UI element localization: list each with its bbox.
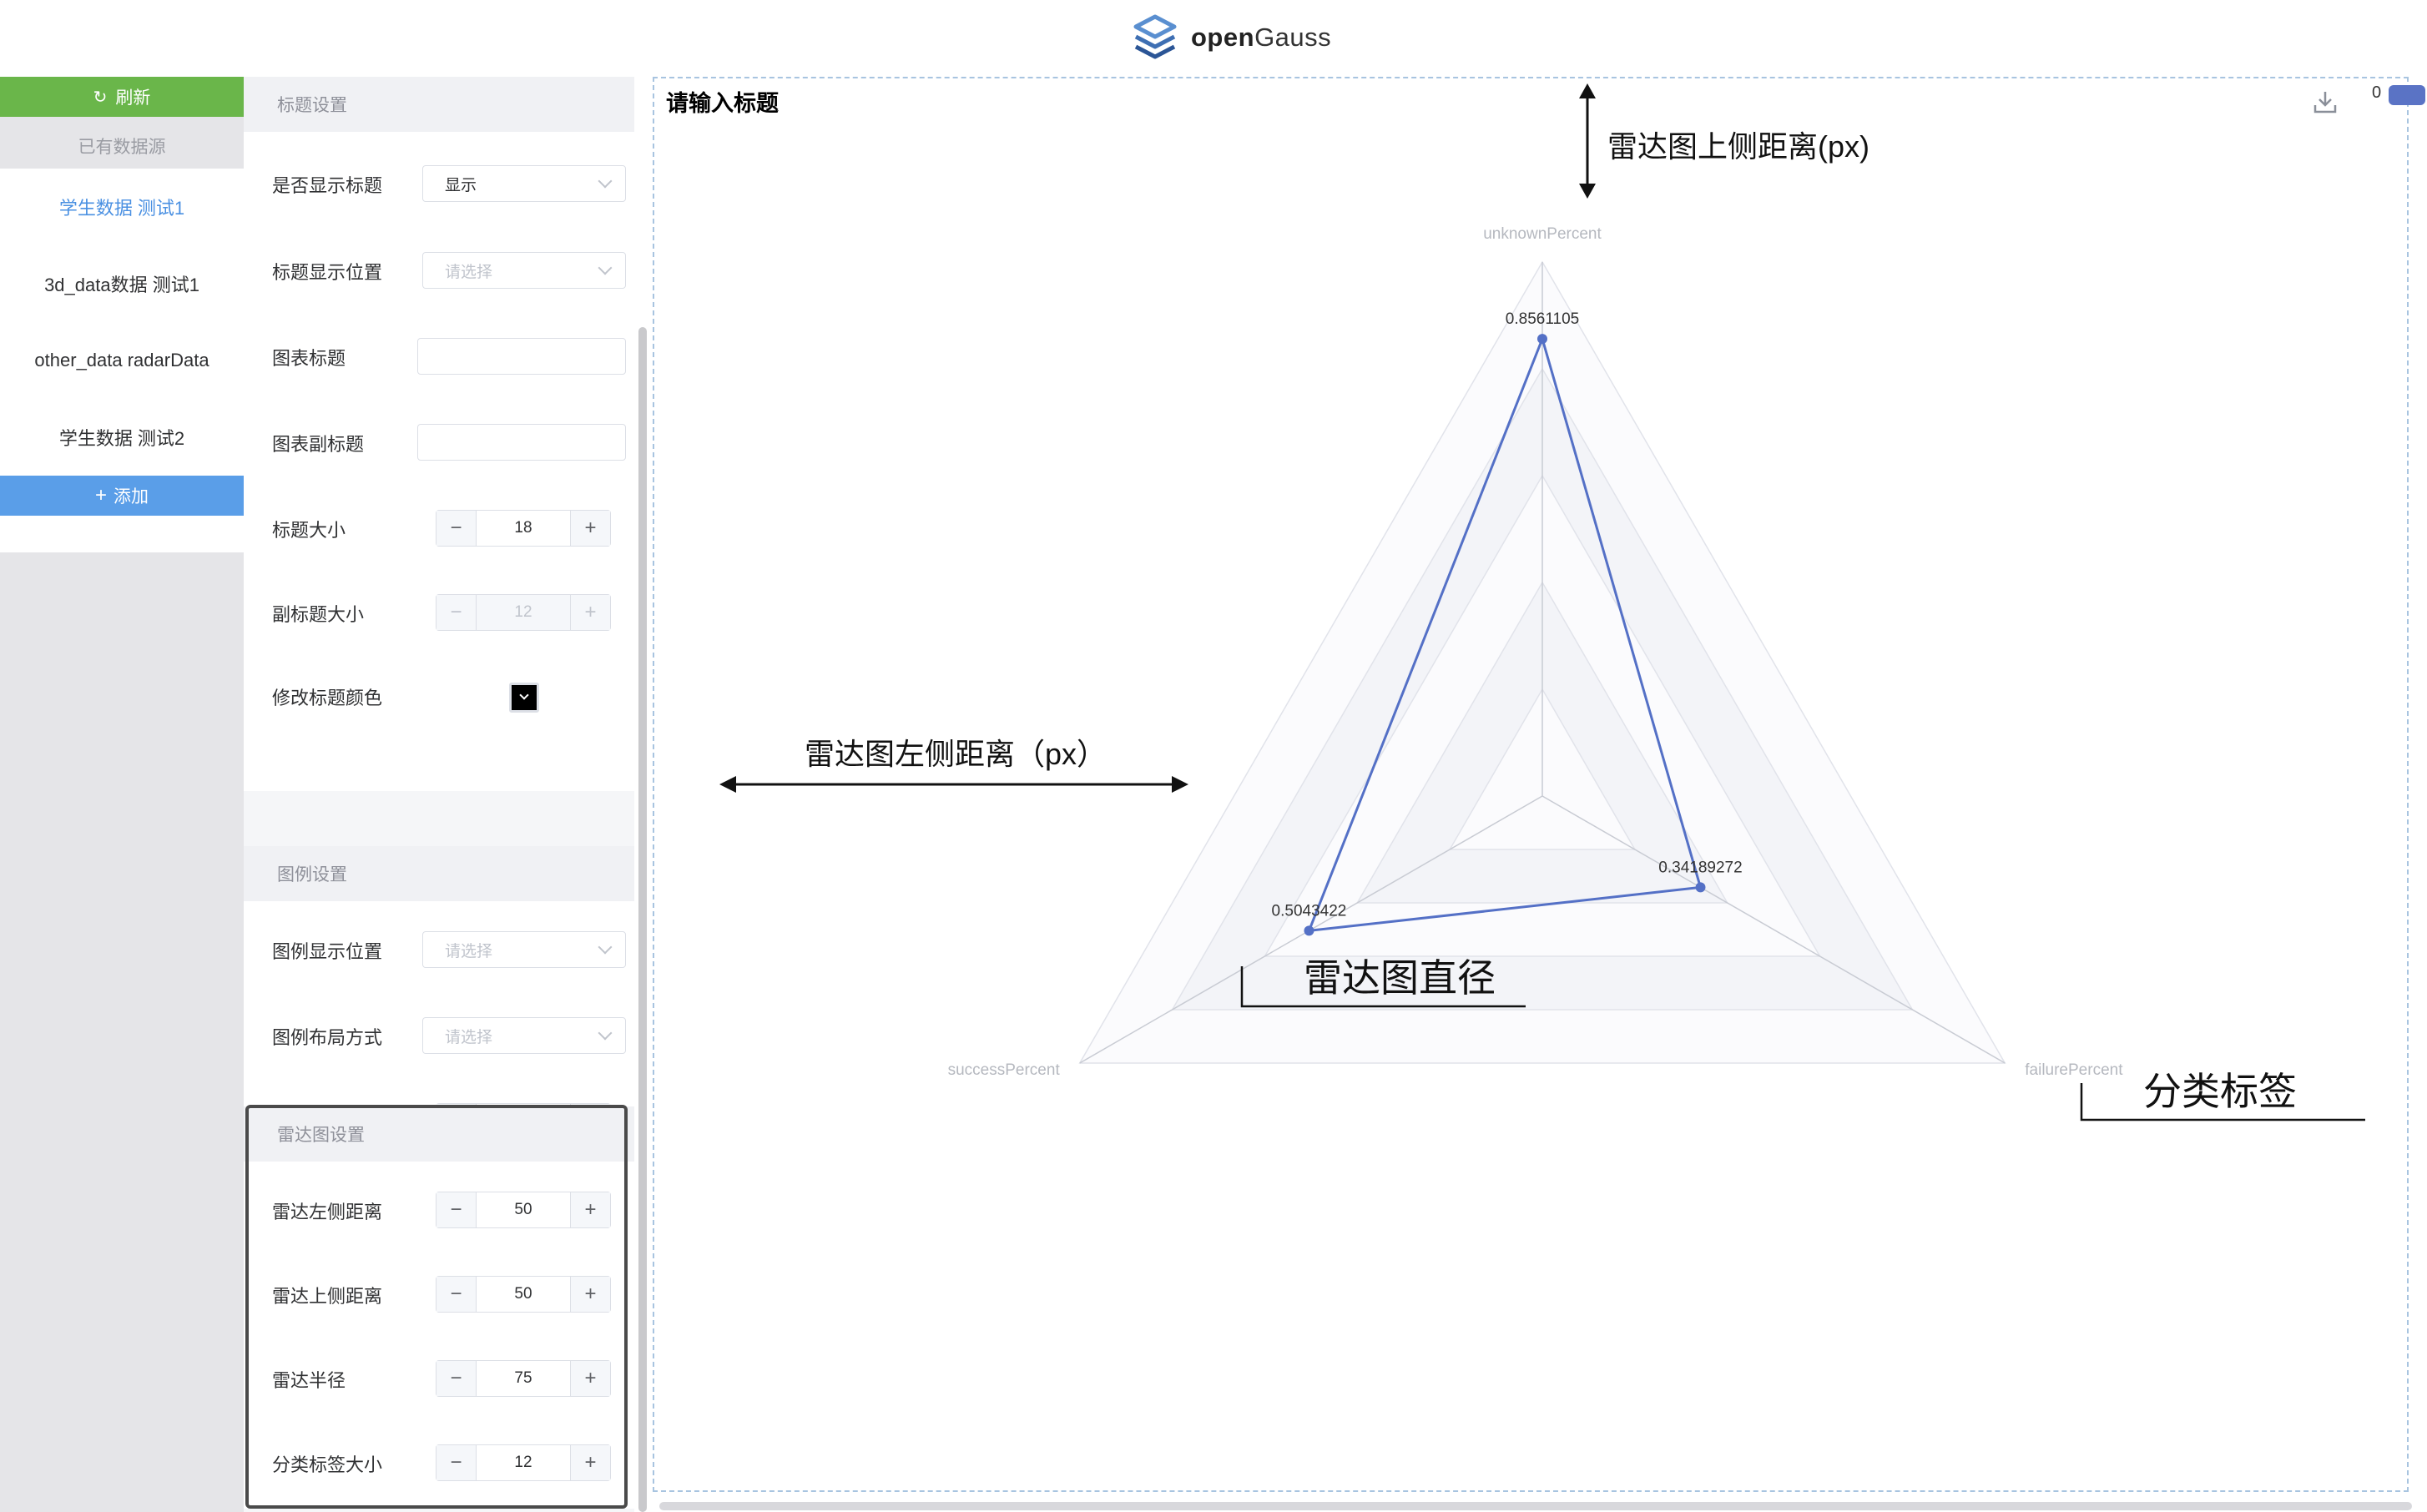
legend-position-select[interactable]: 请选择 [422,931,626,968]
chart-subtitle-row: 图表副标题 [244,414,634,472]
datasource-item[interactable]: other_data radarData [0,322,244,399]
decrement-button[interactable]: − [436,1445,477,1480]
refresh-label: 刷新 [115,88,151,108]
title-size-stepper: − 18 + [436,510,611,547]
settings-panel: 标题设置 是否显示标题 显示 标题显示位置 请选择 图表标题 图表副标题 标题大… [244,77,634,1512]
increment-button[interactable]: + [570,511,610,546]
legend-layout-row: 图例布局方式 请选择 [244,1007,634,1066]
chart-toggle-switch[interactable] [2389,85,2425,105]
chart-subtitle-label: 图表副标题 [272,434,365,455]
category-label-size-row: 分类标签大小 − 12 + [244,1434,634,1493]
increment-button[interactable]: + [570,1277,610,1312]
radar-left-distance-stepper: − 50 + [436,1192,611,1228]
subtitle-size-label: 副标题大小 [272,604,365,625]
radar-top-distance-value[interactable]: 50 [477,1277,570,1312]
chart-title-row: 图表标题 [244,328,634,386]
subtitle-size-value[interactable]: 12 [477,595,570,630]
datasource-item[interactable]: 学生数据 测试2 [0,399,244,476]
radar-radius-row: 雷达半径 − 75 + [244,1350,634,1409]
chevron-down-icon [598,940,613,955]
category-label-size-value[interactable]: 12 [477,1445,570,1480]
opengauss-logo: openGauss [1131,8,1331,67]
add-datasource-button[interactable]: + 添加 [0,476,244,516]
decrement-button[interactable]: − [436,1192,477,1227]
radar-left-distance-label: 雷达左侧距离 [272,1202,383,1222]
title-color-row: 修改标题颜色 [244,668,634,726]
legend-settings-header: 图例设置 [244,846,634,901]
title-position-label: 标题显示位置 [272,262,383,283]
radar-radius-label: 雷达半径 [272,1370,346,1391]
category-label-size-stepper: − 12 + [436,1444,611,1481]
title-size-label: 标题大小 [272,520,346,541]
increment-button[interactable]: + [570,1445,610,1480]
increment-button[interactable]: + [570,1192,610,1227]
chevron-down-icon [598,260,613,275]
show-title-value: 显示 [445,176,477,194]
show-title-select[interactable]: 显示 [422,165,626,202]
radar-top-distance-label: 雷达上侧距离 [272,1286,383,1307]
radar-left-distance-row: 雷达左侧距离 − 50 + [244,1182,634,1240]
title-color-label: 修改标题颜色 [272,688,383,708]
radar-radius-stepper: − 75 + [436,1360,611,1397]
datasource-header: 已有数据源 [78,138,166,157]
datasource-sidebar: ↻ 刷新 已有数据源 学生数据 测试1 3d_data数据 测试1 other_… [0,77,244,1512]
chevron-down-icon [598,1026,613,1041]
chart-canvas: 请输入标题 0 [653,77,2425,1492]
chart-title-input[interactable] [417,338,626,375]
title-settings-header: 标题设置 [244,77,634,132]
refresh-icon: ↻ [93,88,108,107]
subtitle-size-stepper: − 12 + [436,594,611,631]
legend-layout-select[interactable]: 请选择 [422,1017,626,1054]
title-position-row: 标题显示位置 请选择 [244,242,634,300]
show-title-label: 是否显示标题 [272,175,383,196]
category-label-size-label: 分类标签大小 [272,1454,383,1475]
chart-subtitle-input[interactable] [417,424,626,461]
logo-text: openGauss [1191,23,1332,52]
radar-settings-header: 雷达图设置 [244,1106,634,1162]
radar-left-distance-value[interactable]: 50 [477,1192,570,1227]
chevron-down-icon [519,690,529,700]
download-icon[interactable] [2310,87,2340,117]
chevron-down-icon [598,174,613,189]
legend-layout-label: 图例布局方式 [272,1027,383,1048]
datasource-item[interactable]: 学生数据 测试1 [0,169,244,245]
chart-title-label: 图表标题 [272,348,346,369]
plus-icon: + [94,484,107,507]
decrement-button[interactable]: − [436,1277,477,1312]
decrement-button[interactable]: − [436,511,477,546]
add-label: 添加 [114,487,149,507]
legend-position-label: 图例显示位置 [272,941,383,962]
legend-position-placeholder: 请选择 [445,942,493,960]
subtitle-size-row: 副标题大小 − 12 + [244,584,634,643]
decrement-button[interactable]: − [436,1361,477,1396]
radar-radius-value[interactable]: 75 [477,1361,570,1396]
increment-button[interactable]: + [570,595,610,630]
legend-position-row: 图例显示位置 请选择 [244,921,634,980]
datasource-item[interactable]: 3d_data数据 测试1 [0,245,244,322]
legend-layout-placeholder: 请选择 [445,1028,493,1046]
opengauss-logo-icon [1133,14,1177,59]
settings-scrollbar[interactable] [638,327,647,1512]
decrement-button[interactable]: − [436,595,477,630]
title-size-row: 标题大小 − 18 + [244,500,634,558]
app-header: openGauss [0,0,2427,77]
title-size-value[interactable]: 18 [477,511,570,546]
radar-top-distance-stepper: − 50 + [436,1276,611,1313]
chart-title: 请输入标题 [666,91,779,116]
toggle-value: 0 [2372,83,2382,102]
title-position-select[interactable]: 请选择 [422,252,626,289]
refresh-button[interactable]: ↻ 刷新 [0,77,244,117]
title-position-placeholder: 请选择 [445,263,493,281]
chart-horizontal-scrollbar[interactable] [659,1502,2412,1510]
increment-button[interactable]: + [570,1361,610,1396]
radar-top-distance-row: 雷达上侧距离 − 50 + [244,1266,634,1324]
title-color-picker[interactable] [509,683,539,713]
show-title-row: 是否显示标题 显示 [244,155,634,214]
